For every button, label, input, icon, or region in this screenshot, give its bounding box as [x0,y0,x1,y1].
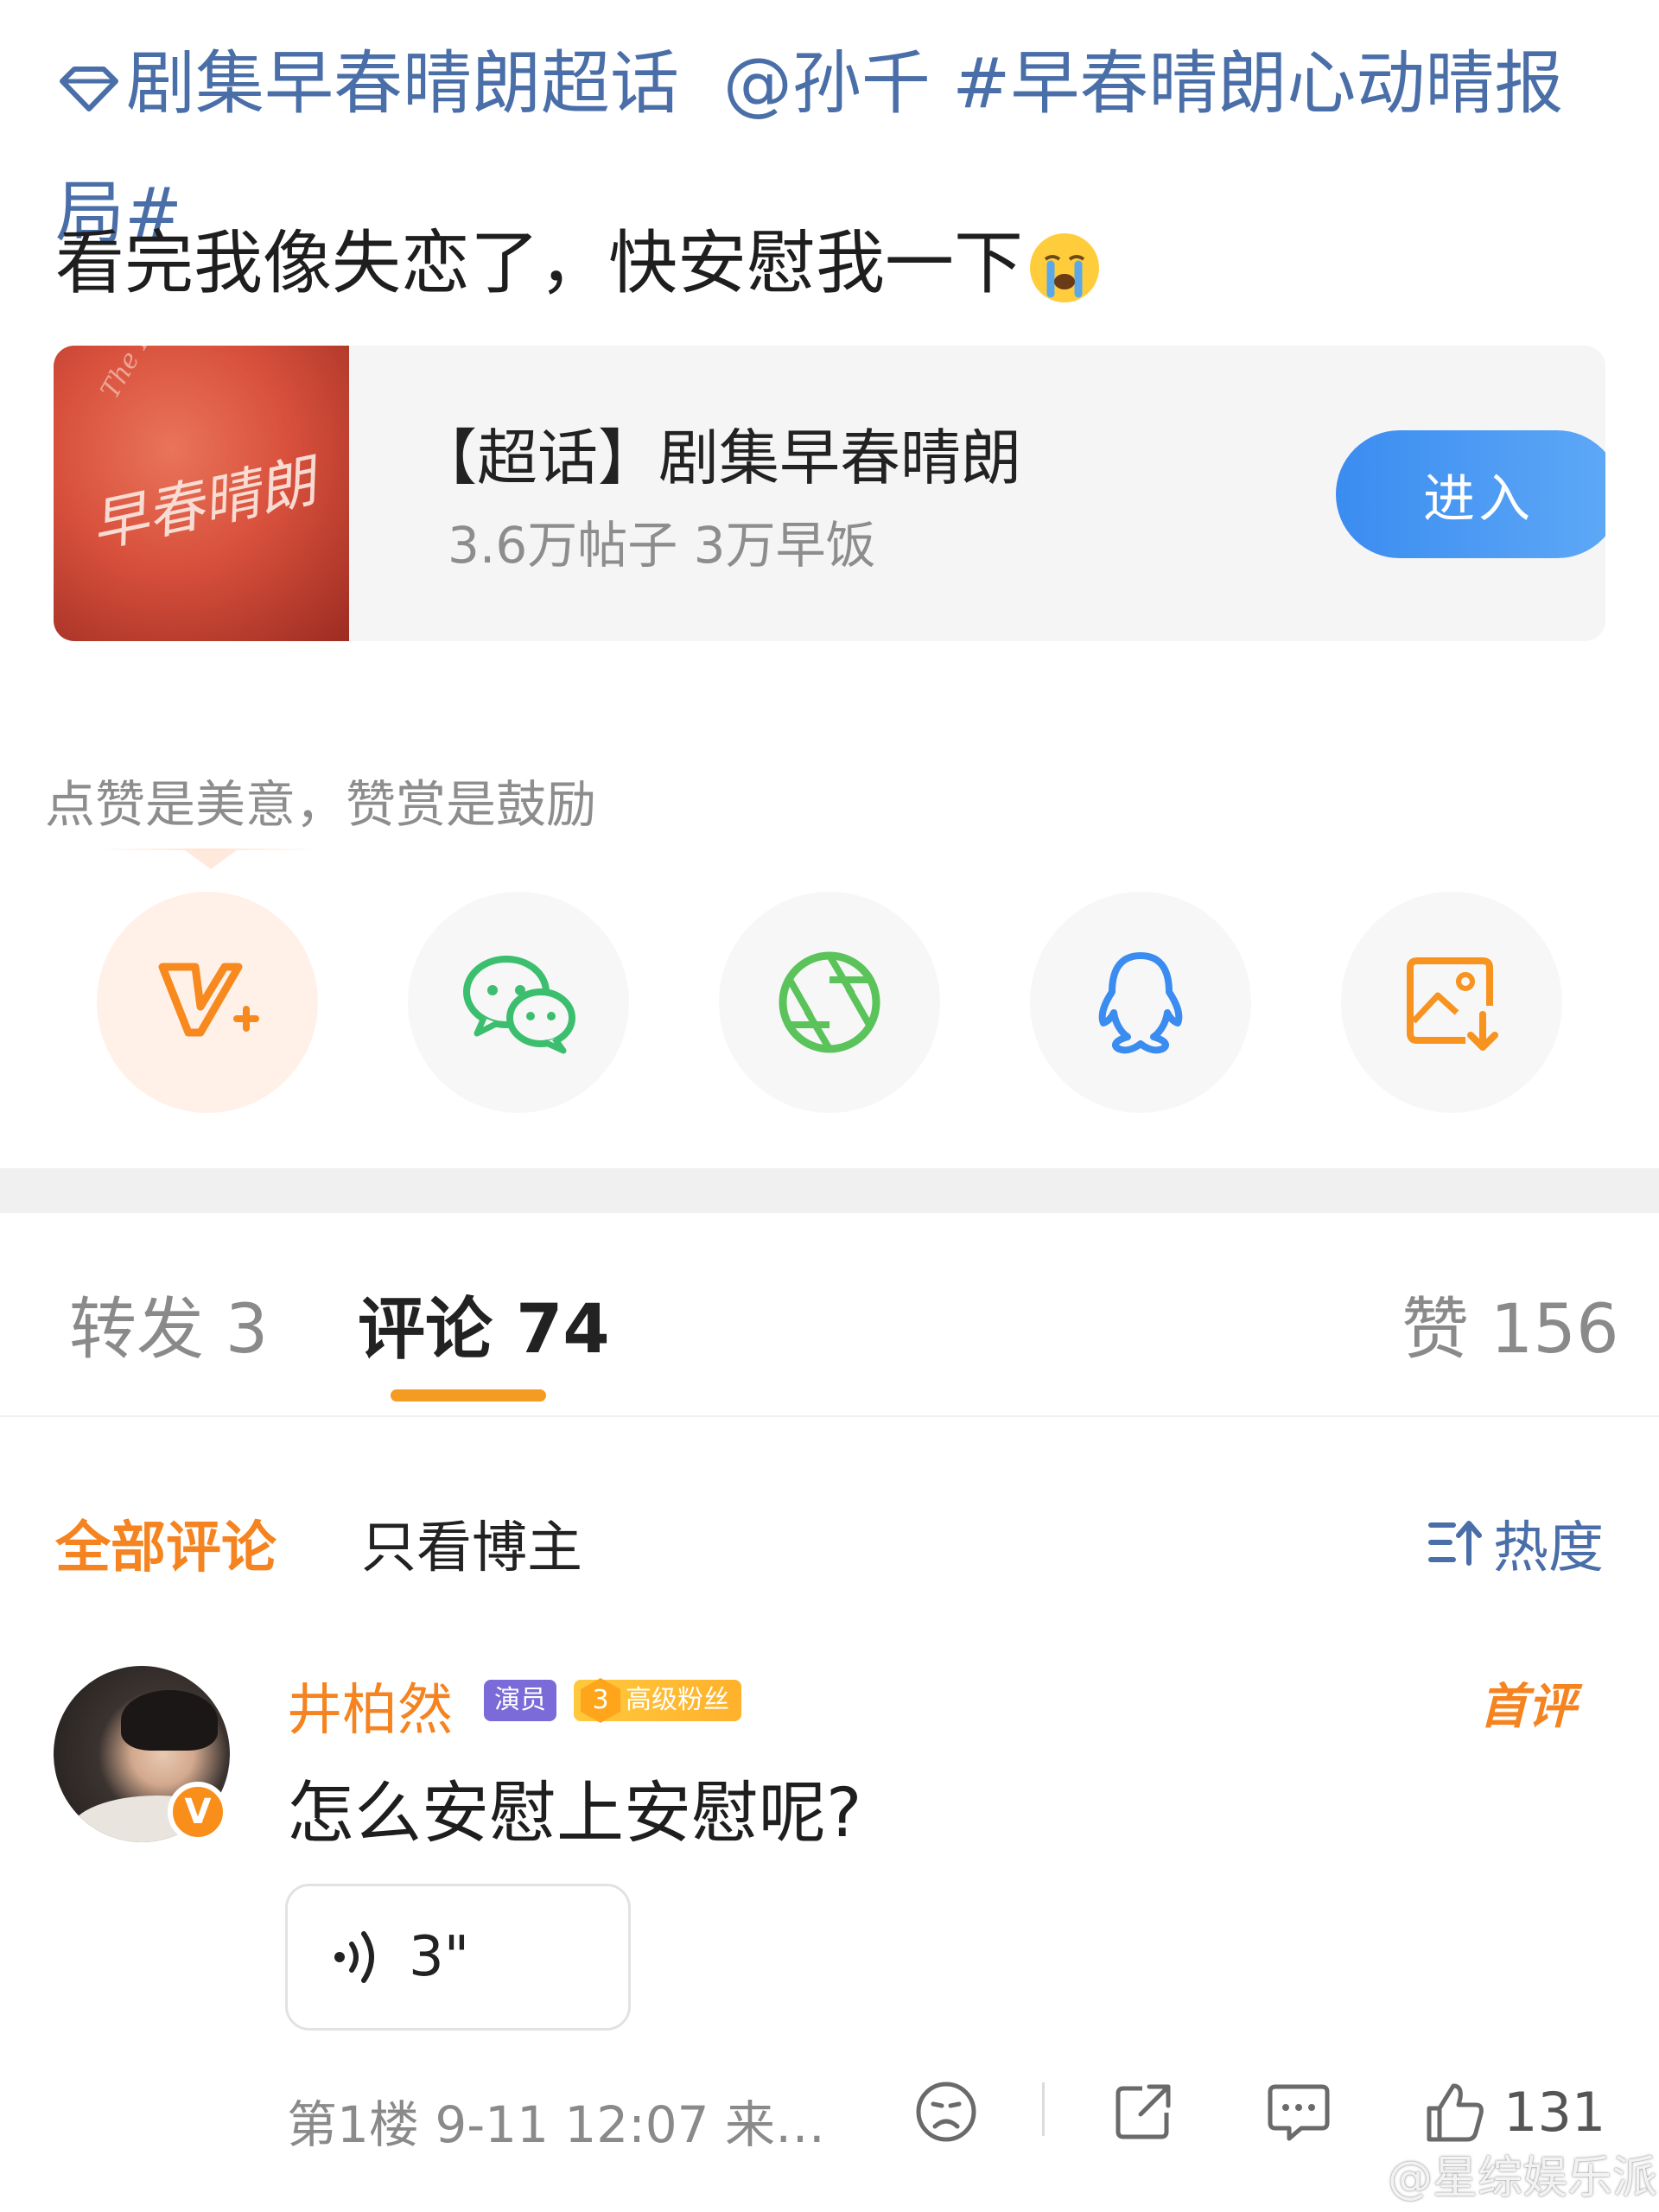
cover-title: 早春晴朗 [85,448,322,561]
save-image-icon [1407,957,1498,1051]
topic-link[interactable]: 剧集早春晴朗超话 [55,43,679,124]
save-image-button[interactable] [1341,892,1562,1113]
post-body: 看完我像失恋了，快安慰我一下 [55,216,1103,311]
v-plus-icon [158,963,259,1037]
first-comment-tag: 首评 [1479,1656,1612,1738]
role-badge: 演员 [484,1680,556,1721]
tab-likes[interactable]: 赞 156 [1402,1275,1619,1372]
audio-wave-icon [334,1931,374,1983]
cover-subtitle: The Early Spring [95,346,233,404]
post-body-text: 看完我像失恋了，快安慰我一下 [55,223,1023,303]
post-tabs: 转发 3 评论 74 赞 156 [0,1213,1659,1417]
share-icon [1116,2084,1171,2139]
fan-level-number: 3 [581,1678,620,1723]
first-comment-label: 首评 [1479,1679,1576,1735]
reward-caret [185,850,237,869]
tab-comments[interactable]: 评论 74 [358,1275,610,1372]
voice-message[interactable]: 3" [285,1884,631,2031]
reaction-button[interactable] [914,2077,978,2146]
mention-link[interactable]: @孙千 [723,43,931,124]
qq-share-button[interactable] [1030,892,1251,1113]
crying-face-icon [1030,233,1099,303]
like-count: 131 [1503,2080,1606,2144]
wechat-share-button[interactable] [408,892,629,1113]
sort-label: 热度 [1493,1516,1604,1580]
topic-stats: 3.6万帖子 3万早饭 [448,516,876,575]
fan-badge-label: 高级粉丝 [626,1685,729,1715]
weibo-logo-icon [1323,2152,1379,2196]
comment-text: 怎么安慰上安慰呢? [287,1775,862,1853]
tab-indicator [391,1389,546,1402]
voice-duration: 3" [409,1925,470,1989]
qq-icon [1098,952,1183,1054]
sort-icon [1428,1521,1482,1566]
diamond-icon [60,67,118,112]
v-plus-button[interactable] [97,892,318,1113]
avatar-hair [121,1690,218,1751]
topic-title: 【超话】剧集早春晴朗 [416,423,1021,493]
comment-username[interactable]: 井柏然 [287,1666,453,1745]
topic-cover-image: The Early Spring 早春晴朗 [54,346,349,641]
sparkle-icon [1574,1656,1612,1694]
tab-repost[interactable]: 转发 3 [69,1275,268,1372]
sad-face-icon [916,2082,976,2142]
enter-button[interactable]: 进入 [1336,430,1605,558]
filter-all-comments[interactable]: 全部评论 [55,1503,276,1583]
wechat-icon [463,956,575,1054]
watermark-text: @星综娱乐派 [1388,2152,1658,2204]
section-divider [0,1168,1659,1213]
moments-icon [779,951,880,1053]
verified-badge: V [168,1782,228,1842]
reward-hint: 点赞是美意，赞赏是鼓励 [45,775,597,834]
sort-button[interactable]: 热度 [1427,1503,1604,1583]
thumbs-up-icon [1427,2083,1484,2142]
topic-card[interactable]: The Early Spring 早春晴朗 【超话】剧集早春晴朗 3.6万帖子 … [54,346,1605,641]
reply-button[interactable] [1265,2077,1332,2146]
fan-level-badge[interactable]: 3 高级粉丝 [574,1678,741,1723]
moments-share-button[interactable] [719,892,940,1113]
share-button[interactable] [1111,2077,1175,2146]
watermark: @星综娱乐派 [1322,2141,1657,2206]
like-button[interactable]: 131 [1422,2077,1605,2146]
filter-owner-only[interactable]: 只看博主 [361,1503,582,1583]
comment-meta: 第1楼 9-11 12:07 来… [287,2095,825,2154]
comment-icon [1268,2084,1330,2141]
action-separator [1042,2082,1045,2136]
